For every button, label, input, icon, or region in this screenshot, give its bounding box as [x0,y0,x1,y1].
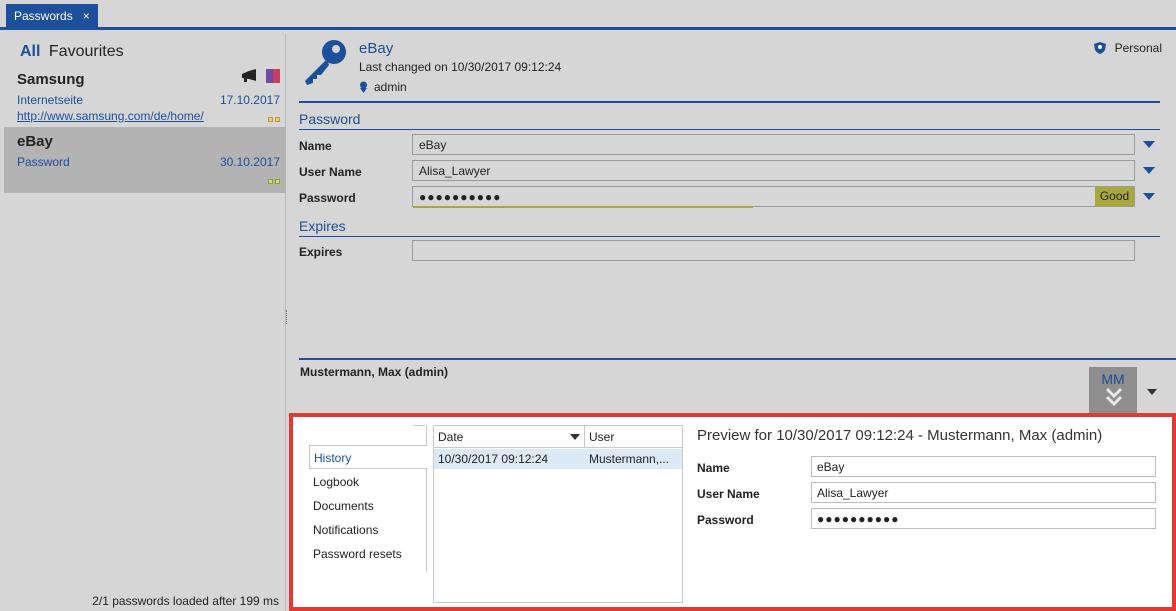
entry-owner-name: admin [374,80,407,94]
color-flag-icon [266,69,280,83]
password-label: Password [299,191,356,205]
filter-all[interactable]: All [20,43,40,60]
sort-arrow-icon[interactable] [570,434,580,440]
list-item-date: 17.10.2017 [219,93,280,107]
expires-field[interactable] [412,240,1135,261]
chevron-down-icon [1105,387,1123,407]
section-password-title: Password [299,111,361,127]
shield-icon [1093,42,1106,54]
scope-label: Personal [1114,41,1162,55]
list-item-url[interactable]: http://www.samsung.com/de/home/ [17,109,204,123]
name-label: Name [299,139,332,153]
tab-notifications[interactable]: Notifications [309,518,427,542]
section-expires-title: Expires [299,218,346,234]
list-item-title: Samsung [17,71,85,88]
password-list-pane: All Favourites Samsung Internetseite 17.… [4,33,286,611]
avatar-initials: MM [1101,371,1125,387]
close-icon[interactable]: × [83,9,90,23]
password-strength-bar [413,206,753,208]
tab-passwords-label: Passwords [14,9,73,23]
list-item-title: eBay [17,133,53,150]
detail-pane: eBay Last changed on 10/30/2017 09:12:24… [289,33,1176,413]
user-menu-dropdown-icon[interactable] [1147,389,1157,395]
preview-password-label: Password [697,513,754,527]
tag-dots-icon [268,117,280,123]
password-dropdown-icon[interactable] [1143,193,1155,200]
user-divider [299,358,1176,360]
column-header-date[interactable]: Date [438,430,463,444]
list-item-icons [240,69,280,83]
history-panel: History Logbook Documents Notifications … [289,413,1176,611]
tab-passwords[interactable]: Passwords × [6,4,98,28]
cell-date: 10/30/2017 09:12:24 [438,452,549,466]
tab-strip: Passwords × [0,0,1176,30]
table-row[interactable]: 10/30/2017 09:12:24 Mustermann,... [434,449,682,469]
expires-label: Expires [299,245,343,259]
column-separator[interactable] [584,426,585,448]
list-item-type: Internetseite [17,93,84,107]
entry-title: eBay [359,40,394,57]
section-divider [299,129,1160,130]
name-dropdown-icon[interactable] [1143,141,1155,148]
tab-logbook[interactable]: Logbook [309,470,427,494]
username-dropdown-icon[interactable] [1143,167,1155,174]
tab-documents[interactable]: Documents [309,494,427,518]
password-value: ●●●●●●●●●● [419,190,502,204]
name-field[interactable]: eBay [412,134,1135,155]
preview-password-field[interactable]: ●●●●●●●●●● [811,508,1156,529]
password-strength-badge: Good [1095,187,1134,206]
history-tabs: History Logbook Documents Notifications … [305,425,427,571]
current-user-name: Mustermann, Max (admin) [300,365,449,379]
list-filter: All Favourites [20,43,124,61]
section-divider [299,236,1160,237]
history-grid: Date User 10/30/2017 09:12:24 Mustermann… [433,425,683,603]
grid-header: Date User [434,426,682,448]
cell-user: Mustermann,... [589,452,670,466]
tab-history[interactable]: History [309,445,427,469]
list-item-ebay[interactable]: eBay Password 30.10.2017 [4,127,286,193]
preview-name-label: Name [697,461,730,475]
preview-name-field[interactable]: eBay [811,456,1156,477]
username-label: User Name [299,165,362,179]
tag-dots-icon [268,179,280,185]
list-item-date: 30.10.2017 [219,155,280,169]
load-status: 2/1 passwords loaded after 199 ms [92,594,279,608]
preview-username-label: User Name [697,487,760,501]
user-icon [360,81,367,93]
entry-owner: admin [359,80,407,94]
megaphone-icon [242,69,256,82]
list-item-samsung[interactable]: Samsung Internetseite 17.10.2017 http://… [4,65,286,131]
password-field[interactable]: ●●●●●●●●●● Good [412,186,1135,208]
avatar[interactable]: MM [1089,367,1137,413]
header-divider [299,101,1160,103]
username-field[interactable]: Alisa_Lawyer [412,160,1135,181]
preview-title: Preview for 10/30/2017 09:12:24 - Muster… [697,427,1103,444]
column-header-user[interactable]: User [589,430,614,444]
entry-last-changed: Last changed on 10/30/2017 09:12:24 [359,60,562,74]
key-icon [305,40,346,85]
filter-favourites[interactable]: Favourites [49,43,124,60]
preview-username-field[interactable]: Alisa_Lawyer [811,482,1156,503]
list-item-type: Password [17,155,70,169]
tab-password-resets[interactable]: Password resets [309,542,427,566]
scope-badge[interactable]: Personal [1093,41,1162,55]
